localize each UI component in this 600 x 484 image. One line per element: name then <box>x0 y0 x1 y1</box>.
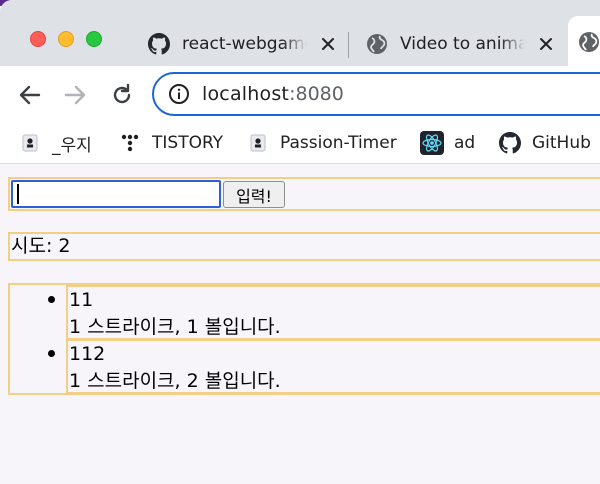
guess-input[interactable] <box>11 180 221 208</box>
bookmark-uji[interactable]: _우지 <box>18 128 92 158</box>
bookmark-label: _우지 <box>52 135 92 156</box>
back-arrow-icon[interactable] <box>17 82 43 108</box>
guess-result: 1 스트라이크, 1 볼입니다. <box>69 316 281 338</box>
maximize-window-button[interactable] <box>86 31 102 47</box>
address-bar[interactable]: localhost:8080 <box>152 72 600 116</box>
tistory-icon <box>118 131 142 155</box>
url-host: localhost <box>202 83 290 105</box>
reload-icon[interactable] <box>109 82 135 108</box>
bookmark-passion-timer[interactable]: Passion-Timer <box>246 128 397 158</box>
guess-result: 1 스트라이크, 2 볼입니다. <box>69 370 281 392</box>
react-icon <box>420 131 444 155</box>
forward-arrow-icon[interactable] <box>62 82 88 108</box>
tab-title: react-webgame <box>182 34 307 54</box>
tab-video-to-animation[interactable]: Video to animat <box>356 22 566 66</box>
bookmark-label: TISTORY <box>152 133 224 153</box>
github-icon <box>148 33 170 55</box>
site-info-icon[interactable] <box>168 83 190 105</box>
list-bullet <box>48 296 55 303</box>
tab-strip: react-webgame Video to animat <box>0 0 600 68</box>
url-port: :8080 <box>289 83 344 105</box>
close-tab-icon[interactable] <box>319 35 337 53</box>
list-item: 11 1 스트라이크, 1 볼입니다. <box>48 285 600 340</box>
tab-title: Video to animat <box>400 34 525 54</box>
page-icon <box>246 131 270 155</box>
tries-counter: 시도: 2 <box>8 232 600 261</box>
minimize-window-button[interactable] <box>58 31 74 47</box>
guess-history-list: 11 1 스트라이크, 1 볼입니다. 112 1 스트라이크, 2 볼입니다. <box>8 283 600 395</box>
bookmark-label: ad <box>454 133 476 153</box>
close-tab-icon[interactable] <box>537 35 555 53</box>
browser-toolbar: localhost:8080 <box>0 66 600 122</box>
bookmark-label: Passion-Timer <box>280 133 397 153</box>
tab-localhost-active[interactable] <box>568 16 600 68</box>
bookmarks-bar: _우지 TISTORY Passion-Timer ad GitHub <box>0 122 600 164</box>
globe-icon <box>367 34 387 54</box>
bookmark-github[interactable]: GitHub <box>498 128 591 158</box>
list-item: 112 1 스트라이크, 2 볼입니다. <box>48 339 600 394</box>
submit-button[interactable]: 입력! <box>223 181 285 208</box>
close-window-button[interactable] <box>30 31 46 47</box>
bookmark-label: GitHub <box>532 133 591 153</box>
page-icon <box>18 131 42 155</box>
list-bullet <box>48 350 55 357</box>
github-icon <box>498 131 522 155</box>
tab-separator <box>348 32 349 58</box>
bookmark-tistory[interactable]: TISTORY <box>118 128 223 158</box>
globe-icon <box>579 32 599 52</box>
guess-form: 입력! <box>8 177 600 211</box>
page-content: 입력! 시도: 2 11 1 스트라이크, 1 볼입니다. 112 1 스트라이… <box>0 165 600 484</box>
tab-react-webgame[interactable]: react-webgame <box>138 22 348 66</box>
bookmark-ad[interactable]: ad <box>420 128 475 158</box>
guess-value: 112 <box>69 343 106 365</box>
text-caret <box>17 184 19 204</box>
guess-value: 11 <box>69 289 94 311</box>
browser-window: react-webgame Video to animat localhost:… <box>0 0 600 484</box>
